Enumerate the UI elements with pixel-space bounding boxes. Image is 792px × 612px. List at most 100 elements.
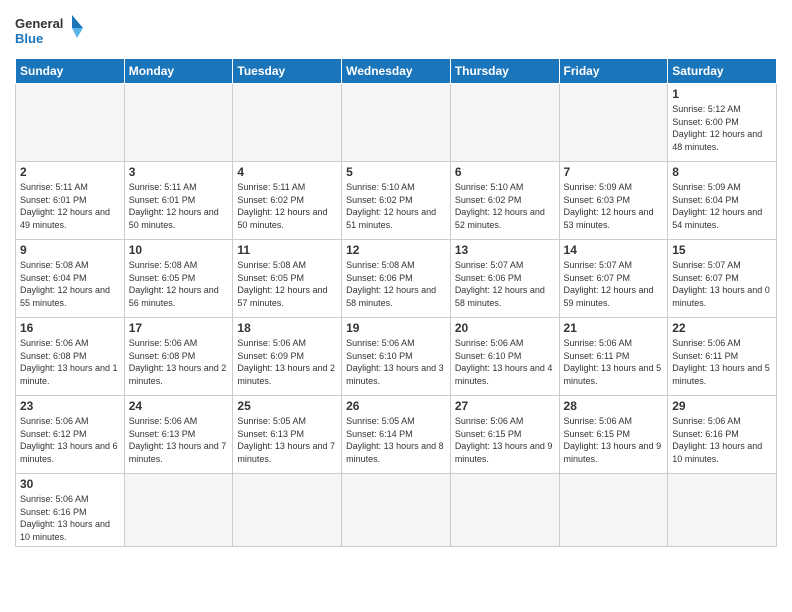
calendar-cell: 3Sunrise: 5:11 AM Sunset: 6:01 PM Daylig…: [124, 162, 233, 240]
day-number: 26: [346, 399, 446, 413]
calendar-cell: 1 Sunrise: 5:12 AM Sunset: 6:00 PM Daylig…: [668, 84, 777, 162]
day-info: Sunrise: 5:08 AM Sunset: 6:05 PM Dayligh…: [129, 259, 229, 309]
calendar-cell: [668, 474, 777, 547]
day-number: 3: [129, 165, 229, 179]
calendar-cell: 22 Sunrise: 5:06 AM Sunset: 6:11 PM Dayli…: [668, 318, 777, 396]
day-number: 13: [455, 243, 555, 257]
day-info: Sunrise: 5:06 AM Sunset: 6:11 PM Dayligh…: [564, 337, 664, 387]
day-info: Sunrise: 5:06 AM Sunset: 6:08 PM Dayligh…: [129, 337, 229, 387]
logo-svg: General Blue: [15, 10, 85, 50]
calendar-cell: 14Sunrise: 5:07 AM Sunset: 6:07 PM Dayli…: [559, 240, 668, 318]
day-number: 2: [20, 165, 120, 179]
day-info: Sunrise: 5:10 AM Sunset: 6:02 PM Dayligh…: [455, 181, 555, 231]
day-info: Sunrise: 5:06 AM Sunset: 6:16 PM Dayligh…: [672, 415, 772, 465]
svg-text:General: General: [15, 16, 63, 31]
day-info: Sunrise: 5:09 AM Sunset: 6:04 PM Dayligh…: [672, 181, 772, 231]
day-number: 19: [346, 321, 446, 335]
day-info: Sunrise: 5:12 AM Sunset: 6:00 PM Dayligh…: [672, 103, 772, 153]
calendar-cell: 8 Sunrise: 5:09 AM Sunset: 6:04 PM Daylig…: [668, 162, 777, 240]
day-info: Sunrise: 5:06 AM Sunset: 6:15 PM Dayligh…: [564, 415, 664, 465]
day-info: Sunrise: 5:06 AM Sunset: 6:12 PM Dayligh…: [20, 415, 120, 465]
calendar-cell: 9 Sunrise: 5:08 AM Sunset: 6:04 PM Daylig…: [16, 240, 125, 318]
day-number: 22: [672, 321, 772, 335]
day-number: 5: [346, 165, 446, 179]
day-info: Sunrise: 5:06 AM Sunset: 6:11 PM Dayligh…: [672, 337, 772, 387]
calendar-cell: [559, 474, 668, 547]
day-number: 7: [564, 165, 664, 179]
calendar-cell: 11 Sunrise: 5:08 AM Sunset: 6:05 PM Dayli…: [233, 240, 342, 318]
calendar-cell: [233, 474, 342, 547]
day-info: Sunrise: 5:07 AM Sunset: 6:06 PM Dayligh…: [455, 259, 555, 309]
day-info: Sunrise: 5:06 AM Sunset: 6:08 PM Dayligh…: [20, 337, 120, 387]
day-info: Sunrise: 5:07 AM Sunset: 6:07 PM Dayligh…: [672, 259, 772, 309]
calendar-cell: 24 Sunrise: 5:06 AM Sunset: 6:13 PM Dayli…: [124, 396, 233, 474]
calendar-cell: 5 Sunrise: 5:10 AM Sunset: 6:02 PM Daylig…: [342, 162, 451, 240]
day-number: 16: [20, 321, 120, 335]
col-sunday: Sunday: [16, 59, 125, 84]
day-number: 24: [129, 399, 229, 413]
col-friday: Friday: [559, 59, 668, 84]
day-number: 1: [672, 87, 772, 101]
calendar-cell: [559, 84, 668, 162]
calendar-cell: 15 Sunrise: 5:07 AM Sunset: 6:07 PM Dayli…: [668, 240, 777, 318]
calendar-cell: [342, 474, 451, 547]
calendar-cell: 27Sunrise: 5:06 AM Sunset: 6:15 PM Dayli…: [450, 396, 559, 474]
day-info: Sunrise: 5:08 AM Sunset: 6:04 PM Dayligh…: [20, 259, 120, 309]
calendar-cell: [450, 474, 559, 547]
calendar-cell: 13 Sunrise: 5:07 AM Sunset: 6:06 PM Dayli…: [450, 240, 559, 318]
header: General Blue: [15, 10, 777, 50]
day-info: Sunrise: 5:06 AM Sunset: 6:10 PM Dayligh…: [455, 337, 555, 387]
day-number: 17: [129, 321, 229, 335]
day-number: 8: [672, 165, 772, 179]
svg-text:Blue: Blue: [15, 31, 43, 46]
col-wednesday: Wednesday: [342, 59, 451, 84]
calendar-cell: [124, 84, 233, 162]
calendar-cell: [16, 84, 125, 162]
calendar-cell: [124, 474, 233, 547]
day-number: 30: [20, 477, 120, 491]
calendar-cell: 16 Sunrise: 5:06 AM Sunset: 6:08 PM Dayli…: [16, 318, 125, 396]
calendar-cell: [342, 84, 451, 162]
day-number: 29: [672, 399, 772, 413]
calendar-cell: 25Sunrise: 5:05 AM Sunset: 6:13 PM Dayli…: [233, 396, 342, 474]
day-info: Sunrise: 5:08 AM Sunset: 6:06 PM Dayligh…: [346, 259, 446, 309]
day-number: 15: [672, 243, 772, 257]
calendar-cell: 26Sunrise: 5:05 AM Sunset: 6:14 PM Dayli…: [342, 396, 451, 474]
day-info: Sunrise: 5:09 AM Sunset: 6:03 PM Dayligh…: [564, 181, 664, 231]
col-monday: Monday: [124, 59, 233, 84]
calendar-cell: 20 Sunrise: 5:06 AM Sunset: 6:10 PM Dayli…: [450, 318, 559, 396]
calendar-cell: 21 Sunrise: 5:06 AM Sunset: 6:11 PM Dayli…: [559, 318, 668, 396]
day-number: 25: [237, 399, 337, 413]
day-info: Sunrise: 5:06 AM Sunset: 6:15 PM Dayligh…: [455, 415, 555, 465]
day-number: 18: [237, 321, 337, 335]
day-info: Sunrise: 5:07 AM Sunset: 6:07 PM Dayligh…: [564, 259, 664, 309]
calendar-cell: [450, 84, 559, 162]
day-info: Sunrise: 5:06 AM Sunset: 6:13 PM Dayligh…: [129, 415, 229, 465]
day-number: 21: [564, 321, 664, 335]
calendar-cell: 10 Sunrise: 5:08 AM Sunset: 6:05 PM Dayli…: [124, 240, 233, 318]
calendar-cell: 18 Sunrise: 5:06 AM Sunset: 6:09 PM Dayli…: [233, 318, 342, 396]
day-number: 9: [20, 243, 120, 257]
day-number: 20: [455, 321, 555, 335]
calendar-table: Sunday Monday Tuesday Wednesday Thursday…: [15, 58, 777, 547]
calendar-cell: 23Sunrise: 5:06 AM Sunset: 6:12 PM Dayli…: [16, 396, 125, 474]
day-number: 11: [237, 243, 337, 257]
calendar-cell: 2 Sunrise: 5:11 AM Sunset: 6:01 PM Daylig…: [16, 162, 125, 240]
day-number: 10: [129, 243, 229, 257]
calendar-cell: 28Sunrise: 5:06 AM Sunset: 6:15 PM Dayli…: [559, 396, 668, 474]
col-tuesday: Tuesday: [233, 59, 342, 84]
calendar-cell: [233, 84, 342, 162]
calendar-cell: 30Sunrise: 5:06 AM Sunset: 6:16 PM Dayli…: [16, 474, 125, 547]
calendar-cell: 12Sunrise: 5:08 AM Sunset: 6:06 PM Dayli…: [342, 240, 451, 318]
logo: General Blue: [15, 10, 85, 50]
day-info: Sunrise: 5:06 AM Sunset: 6:09 PM Dayligh…: [237, 337, 337, 387]
calendar-cell: 17 Sunrise: 5:06 AM Sunset: 6:08 PM Dayli…: [124, 318, 233, 396]
day-info: Sunrise: 5:11 AM Sunset: 6:02 PM Dayligh…: [237, 181, 337, 231]
day-info: Sunrise: 5:08 AM Sunset: 6:05 PM Dayligh…: [237, 259, 337, 309]
day-number: 6: [455, 165, 555, 179]
day-info: Sunrise: 5:10 AM Sunset: 6:02 PM Dayligh…: [346, 181, 446, 231]
day-info: Sunrise: 5:06 AM Sunset: 6:10 PM Dayligh…: [346, 337, 446, 387]
day-info: Sunrise: 5:11 AM Sunset: 6:01 PM Dayligh…: [20, 181, 120, 231]
calendar-cell: 4Sunrise: 5:11 AM Sunset: 6:02 PM Daylig…: [233, 162, 342, 240]
calendar-cell: 29 Sunrise: 5:06 AM Sunset: 6:16 PM Dayli…: [668, 396, 777, 474]
